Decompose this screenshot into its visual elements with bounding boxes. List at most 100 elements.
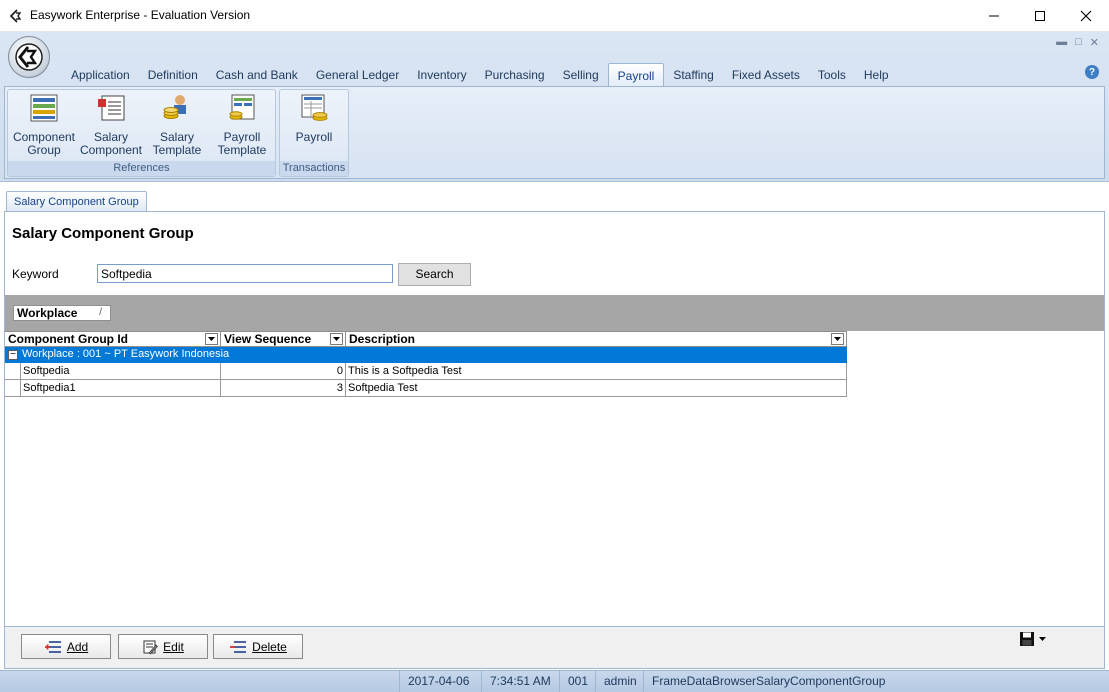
salary-component-label-2: Component xyxy=(79,143,143,157)
salary-component-icon xyxy=(98,95,125,121)
payroll-icon xyxy=(301,94,328,121)
payroll-template-button[interactable]: Payroll Template xyxy=(210,92,274,157)
cell-view-sequence: 3 xyxy=(221,380,346,396)
close-button[interactable] xyxy=(1063,0,1109,32)
status-time: 7:34:51 AM xyxy=(481,671,559,692)
maximize-icon xyxy=(1035,11,1045,21)
edit-button[interactable]: Edit xyxy=(118,634,208,659)
tab-payroll[interactable]: Payroll xyxy=(607,63,665,87)
ribbon: ▬ □ ✕ ? Application Definition Cash and … xyxy=(0,32,1109,182)
tab-general-ledger[interactable]: General Ledger xyxy=(307,63,408,87)
edit-icon xyxy=(143,640,159,654)
tab-selling[interactable]: Selling xyxy=(554,63,608,87)
tab-fixed-assets[interactable]: Fixed Assets xyxy=(723,63,809,87)
collapse-toggle-icon[interactable]: − xyxy=(8,350,18,360)
delete-icon xyxy=(230,640,247,653)
save-disk-icon xyxy=(1020,632,1034,646)
mdi-close-icon[interactable]: ✕ xyxy=(1090,36,1099,49)
tab-application[interactable]: Application xyxy=(62,63,139,87)
tab-purchasing[interactable]: Purchasing xyxy=(476,63,554,87)
window-title: Easywork Enterprise - Evaluation Version xyxy=(30,8,251,22)
cell-description: This is a Softpedia Test xyxy=(346,363,847,379)
grid-header: Component Group Id View Sequence Descrip… xyxy=(5,331,847,347)
cell-view-sequence: 0 xyxy=(221,363,346,379)
group-by-chip-workplace[interactable]: Workplace / xyxy=(13,305,111,321)
filter-dropdown-icon[interactable] xyxy=(831,333,844,345)
payroll-template-icon xyxy=(229,94,255,120)
salary-template-label-2: Template xyxy=(152,143,202,157)
page-title: Salary Component Group xyxy=(12,225,194,242)
group-by-chip-label: Workplace xyxy=(17,306,78,320)
delete-label: Delete xyxy=(252,639,287,654)
column-header-label: Description xyxy=(349,332,416,346)
group-row-label: Workplace : 001 ~ PT Easywork Indonesia xyxy=(22,348,230,360)
salary-template-button[interactable]: Salary Template xyxy=(146,92,208,157)
payroll-button[interactable]: Payroll xyxy=(282,92,346,144)
payroll-template-label-2: Template xyxy=(217,143,267,157)
status-date: 2017-04-06 xyxy=(399,671,477,692)
mdi-restore-icon[interactable]: □ xyxy=(1075,36,1082,49)
tab-tools[interactable]: Tools xyxy=(809,63,855,87)
component-group-icon xyxy=(30,94,58,122)
close-icon xyxy=(1080,10,1092,22)
tab-definition[interactable]: Definition xyxy=(139,63,207,87)
chevron-down-icon xyxy=(1039,637,1046,641)
tab-staffing[interactable]: Staffing xyxy=(664,63,722,87)
table-row[interactable]: Softpedia 0 This is a Softpedia Test xyxy=(5,363,847,380)
mdi-controls: ▬ □ ✕ xyxy=(1056,36,1099,49)
data-grid: Component Group Id View Sequence Descrip… xyxy=(5,331,847,397)
payroll-label-1: Payroll xyxy=(295,130,333,144)
add-button[interactable]: Add xyxy=(21,634,111,659)
mdi-minimize-icon[interactable]: ▬ xyxy=(1056,36,1067,49)
save-menu-button[interactable] xyxy=(1019,631,1046,647)
filter-dropdown-icon[interactable] xyxy=(330,333,343,345)
minimize-button[interactable] xyxy=(971,0,1017,32)
ribbon-group-label-references: References xyxy=(8,161,275,176)
component-group-label-2: Group xyxy=(27,143,61,157)
status-frame: FrameDataBrowserSalaryComponentGroup xyxy=(643,671,893,692)
delete-button[interactable]: Delete xyxy=(213,634,303,659)
group-row-workplace[interactable]: − Workplace : 001 ~ PT Easywork Indonesi… xyxy=(5,347,847,363)
ribbon-group-transactions: Payroll Transactions xyxy=(279,89,349,177)
title-bar: Easywork Enterprise - Evaluation Version xyxy=(0,0,1109,32)
action-bar: Add Edit Delete xyxy=(4,627,1105,669)
document-tab-salary-component-group[interactable]: Salary Component Group xyxy=(6,191,147,212)
column-header-description[interactable]: Description xyxy=(346,332,847,346)
salary-component-button[interactable]: Salary Component xyxy=(78,92,144,157)
app-logo-icon xyxy=(15,43,43,71)
tab-help[interactable]: Help xyxy=(855,63,898,87)
minimize-icon xyxy=(989,15,999,17)
cell-component-group-id: Softpedia xyxy=(21,363,221,379)
column-header-label: View Sequence xyxy=(224,332,312,346)
add-label: Add xyxy=(66,639,89,654)
status-bar: 2017-04-06 7:34:51 AM 001 admin FrameDat… xyxy=(0,670,1109,692)
cell-component-group-id: Softpedia1 xyxy=(21,380,221,396)
keyword-label: Keyword xyxy=(12,267,59,281)
content-panel: Salary Component Group Keyword Search Wo… xyxy=(4,211,1105,627)
column-header-label: Component Group Id xyxy=(8,332,128,346)
column-header-view-sequence[interactable]: View Sequence xyxy=(221,332,346,346)
group-by-panel: Workplace / xyxy=(5,295,1104,331)
ribbon-panel: Component Group Salary Component Salary … xyxy=(4,86,1105,179)
tab-cash-and-bank[interactable]: Cash and Bank xyxy=(207,63,307,87)
add-icon xyxy=(44,640,61,653)
column-header-component-group-id[interactable]: Component Group Id xyxy=(5,332,221,346)
cell-description: Softpedia Test xyxy=(346,380,847,396)
filter-dropdown-icon[interactable] xyxy=(205,333,218,345)
table-row[interactable]: Softpedia1 3 Softpedia Test xyxy=(5,380,847,397)
ribbon-group-references: Component Group Salary Component Salary … xyxy=(7,89,276,177)
edit-label: Edit xyxy=(163,639,184,654)
tab-inventory[interactable]: Inventory xyxy=(408,63,475,87)
app-icon xyxy=(9,9,22,23)
status-company: 001 xyxy=(559,671,596,692)
status-user: admin xyxy=(595,671,645,692)
ribbon-group-label-transactions: Transactions xyxy=(280,161,348,176)
component-group-button[interactable]: Component Group xyxy=(12,92,76,157)
keyword-input[interactable] xyxy=(97,264,393,283)
application-orb-button[interactable] xyxy=(8,36,50,78)
search-button[interactable]: Search xyxy=(398,263,471,286)
help-icon[interactable]: ? xyxy=(1085,65,1099,79)
menu-tabs: Application Definition Cash and Bank Gen… xyxy=(62,63,898,87)
maximize-button[interactable] xyxy=(1017,0,1063,32)
salary-template-icon xyxy=(163,95,186,119)
